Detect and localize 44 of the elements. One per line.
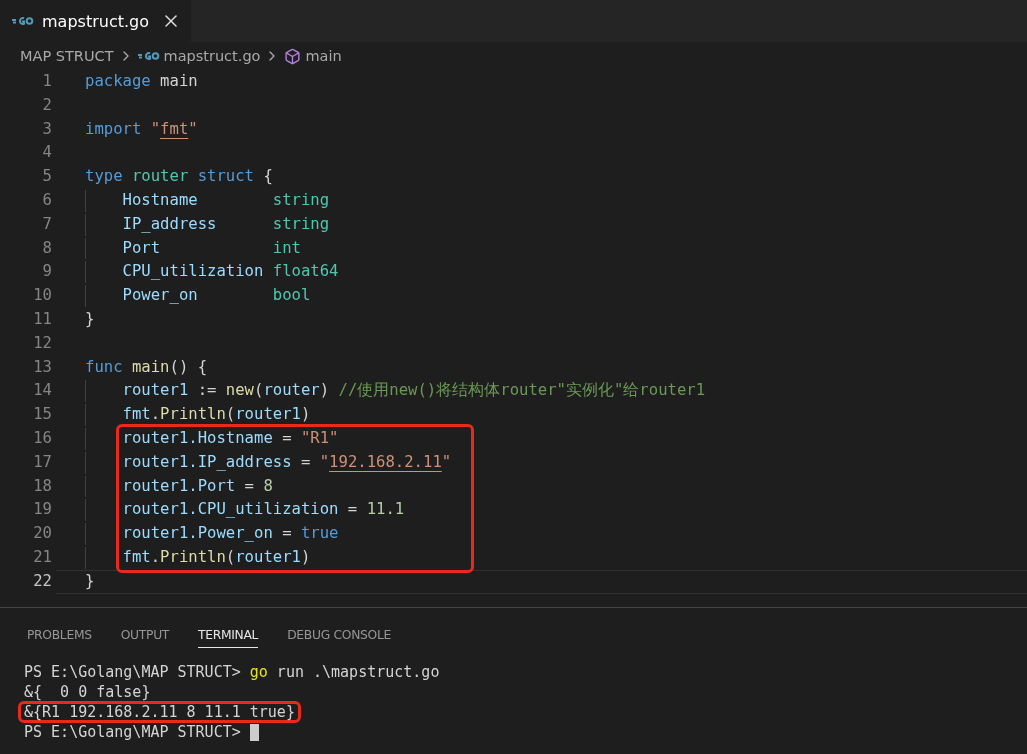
terminal-line: PS E:\Golang\MAP STRUCT> go run .\mapstruct.go [24, 664, 440, 680]
panel-tab[interactable]: DEBUG CONSOLE [287, 608, 391, 648]
terminal-line: &{ 0 0 false} [24, 684, 151, 700]
line-number: 13 [32, 356, 53, 378]
cube-icon [284, 47, 302, 65]
line-number: 16 [32, 427, 53, 449]
panel-tab[interactable]: TERMINAL [198, 608, 259, 648]
go-file-icon [12, 16, 34, 26]
terminal-line: PS E:\Golang\MAP STRUCT> [24, 724, 242, 740]
code-line: func main() { [85, 356, 208, 378]
line-number: 9 [41, 261, 53, 283]
line-number: 2 [41, 94, 53, 116]
code-line: } [85, 570, 95, 592]
line-number: 15 [32, 404, 53, 426]
line-number: 12 [32, 332, 53, 354]
line-number: 11 [32, 308, 53, 330]
breadcrumb-item[interactable]: mapstruct.go [163, 48, 261, 64]
go-file-icon [137, 51, 160, 61]
breadcrumb-item[interactable]: MAP STRUCT [20, 48, 114, 64]
panel-tab[interactable]: OUTPUT [120, 608, 170, 648]
line-number: 8 [41, 237, 53, 259]
code-line: package main [85, 71, 198, 92]
line-number: 17 [32, 451, 53, 473]
line-number: 22 [32, 570, 53, 592]
line-number: 4 [41, 142, 53, 164]
code-line: type router struct { [85, 166, 273, 188]
line-number: 18 [32, 475, 53, 497]
code-line: } [85, 308, 95, 330]
line-number: 19 [32, 499, 53, 521]
line-number: 3 [41, 118, 53, 140]
line-number: 14 [32, 380, 53, 402]
line-number: 7 [41, 213, 53, 235]
line-number: 10 [32, 285, 53, 307]
editor-tab[interactable]: mapstruct.go [0, 0, 191, 42]
line-number: 21 [32, 546, 53, 568]
breadcrumb-item[interactable]: main [305, 48, 342, 64]
line-number: 1 [41, 71, 53, 92]
tab-label: mapstruct.go [42, 11, 149, 31]
terminal-line: &{R1 192.168.2.11 8 11.1 true} [18, 701, 301, 723]
line-number: 5 [41, 166, 53, 188]
line-number: 6 [41, 190, 53, 211]
panel-tab[interactable]: PROBLEMS [27, 608, 92, 648]
line-number: 20 [32, 523, 53, 545]
code-line: import "fmt" [85, 118, 198, 140]
